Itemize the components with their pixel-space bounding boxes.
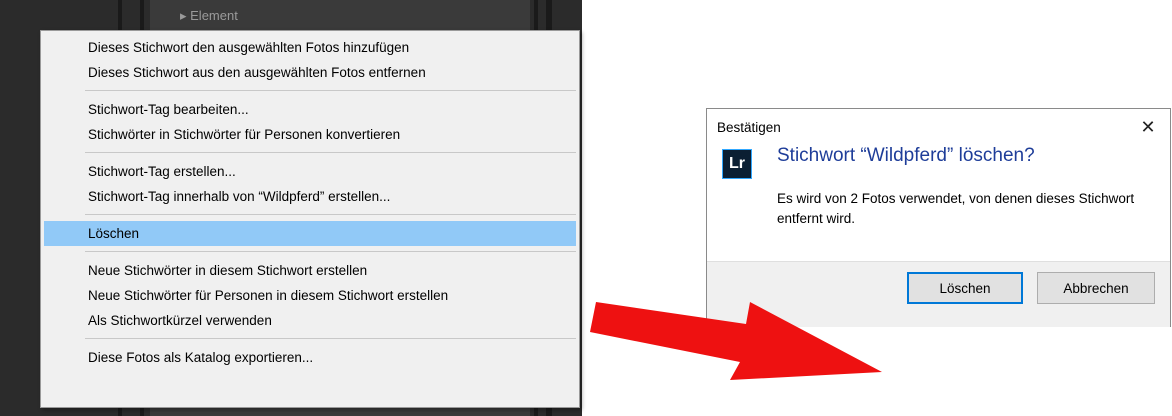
menu-item[interactable]: Stichwort-Tag erstellen... (41, 159, 579, 184)
menu-separator (85, 251, 576, 252)
menu-item[interactable]: Dieses Stichwort aus den ausgewählten Fo… (41, 60, 579, 85)
menu-item[interactable]: Als Stichwortkürzel verwenden (41, 308, 579, 333)
keyword-row[interactable]: ▸ Element (180, 8, 238, 24)
menu-item[interactable]: Löschen (44, 221, 576, 246)
menu-item[interactable]: Stichwörter in Stichwörter für Personen … (41, 122, 579, 147)
close-icon[interactable]: ✕ (1136, 115, 1160, 139)
dialog-message: Es wird von 2 Fotos verwendet, von denen… (777, 191, 1135, 226)
red-arrow-icon (590, 302, 882, 380)
menu-item[interactable]: Diese Fotos als Katalog exportieren... (41, 345, 579, 370)
cancel-button[interactable]: Abbrechen (1037, 272, 1155, 304)
menu-item[interactable]: Neue Stichwörter in diesem Stichwort ers… (41, 258, 579, 283)
menu-item[interactable]: Stichwort-Tag bearbeiten... (41, 97, 579, 122)
dialog-titlebar: Bestätigen ✕ (707, 109, 1170, 149)
menu-separator (85, 152, 576, 153)
menu-separator (85, 338, 576, 339)
keyword-context-menu: Dieses Stichwort den ausgewählten Fotos … (40, 30, 580, 408)
dialog-heading: Stichwort “Wildpferd” löschen? (777, 145, 1035, 166)
menu-item[interactable]: Stichwort-Tag innerhalb von “Wildpferd” … (41, 184, 579, 209)
menu-item[interactable]: Neue Stichwörter für Personen in diesem … (41, 283, 579, 308)
lightroom-logo-icon: Lr (722, 149, 752, 179)
confirm-delete-button[interactable]: Löschen (907, 272, 1023, 304)
menu-item[interactable]: Dieses Stichwort den ausgewählten Fotos … (41, 35, 579, 60)
dialog-title: Bestätigen (717, 120, 781, 135)
menu-separator (85, 214, 576, 215)
menu-separator (85, 90, 576, 91)
